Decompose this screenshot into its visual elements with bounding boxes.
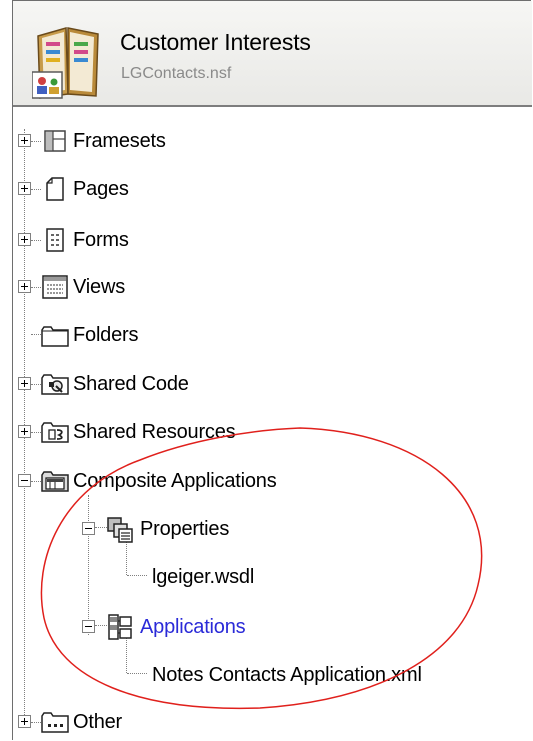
connector <box>31 481 41 482</box>
tree-item-label: Notes Contacts Application.xml <box>152 663 422 686</box>
frameset-icon <box>44 130 66 152</box>
tree-item-label: Properties <box>140 517 230 540</box>
expand-views-button[interactable] <box>18 280 31 293</box>
tree-item-label: Forms <box>73 228 129 251</box>
tree-item-applications[interactable]: Applications <box>82 609 342 645</box>
tree-item-folders[interactable]: Folders <box>18 317 318 353</box>
tree-item-label: Shared Resources <box>73 420 236 443</box>
tree-item-pages[interactable]: Pages <box>18 171 318 207</box>
tree-item-lgeiger-wsdl[interactable]: lgeiger.wsdl <box>149 559 369 595</box>
connector <box>31 189 41 190</box>
collapse-composite-applications-button[interactable] <box>18 474 31 487</box>
tree-item-label: Composite Applications <box>73 469 277 492</box>
tree-item-other[interactable]: Other <box>18 704 318 740</box>
tree-item-forms[interactable]: Forms <box>18 222 318 258</box>
form-icon <box>46 228 64 252</box>
collapse-properties-button[interactable] <box>82 522 95 535</box>
database-filename: LGContacts.nsf <box>121 65 232 82</box>
connector <box>31 240 41 241</box>
composite-applications-folder-icon <box>41 471 69 492</box>
tree-item-label: Pages <box>73 177 129 200</box>
tree-item-label: Shared Code <box>73 372 189 395</box>
notes-database-icon <box>32 27 99 99</box>
connector <box>127 673 147 674</box>
tree-item-label: lgeiger.wsdl <box>152 565 255 588</box>
tree-item-label: Other <box>73 710 123 733</box>
connector <box>31 384 41 385</box>
other-folder-icon <box>41 712 69 733</box>
tree-item-label: Applications <box>140 615 246 638</box>
tree-item-label: Framesets <box>73 129 166 152</box>
design-element-tree: Framesets Pages Forms Views Folders Shar… <box>13 107 532 741</box>
expand-shared-code-button[interactable] <box>18 377 31 390</box>
tree-item-notes-contacts-application-xml[interactable]: Notes Contacts Application.xml <box>149 657 509 693</box>
database-header[interactable]: Customer Interests LGContacts.nsf <box>13 1 532 107</box>
view-icon <box>42 275 68 299</box>
tree-item-composite-applications[interactable]: Composite Applications <box>18 463 398 499</box>
expand-framesets-button[interactable] <box>18 134 31 147</box>
tree-item-shared-resources[interactable]: Shared Resources <box>18 414 338 450</box>
tree-item-label: Views <box>73 275 125 298</box>
expand-forms-button[interactable] <box>18 233 31 246</box>
connector <box>31 722 41 723</box>
expand-pages-button[interactable] <box>18 182 31 195</box>
connector <box>31 141 41 142</box>
connector <box>31 287 41 288</box>
properties-icon <box>107 517 133 543</box>
connector <box>31 432 41 433</box>
collapse-applications-button[interactable] <box>82 620 95 633</box>
expand-shared-resources-button[interactable] <box>18 425 31 438</box>
tree-item-properties[interactable]: Properties <box>82 511 322 547</box>
tree-item-shared-code[interactable]: Shared Code <box>18 366 318 402</box>
tree-item-views[interactable]: Views <box>18 269 318 305</box>
tree-item-label: Folders <box>73 323 139 346</box>
page-icon <box>46 177 64 201</box>
designer-navigator-panel: Customer Interests LGContacts.nsf Frames… <box>12 0 532 741</box>
expand-other-button[interactable] <box>18 715 31 728</box>
tree-item-framesets[interactable]: Framesets <box>18 123 318 159</box>
shared-resources-folder-icon <box>41 422 69 443</box>
folder-icon <box>41 326 69 347</box>
connector <box>127 575 147 576</box>
shared-code-folder-icon <box>41 374 69 395</box>
database-title: Customer Interests <box>120 29 311 55</box>
applications-icon <box>108 614 132 640</box>
